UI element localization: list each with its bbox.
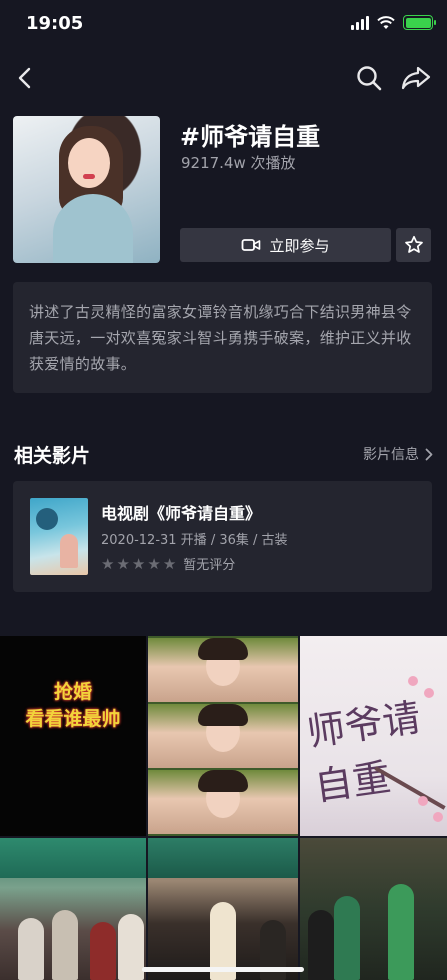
calligraphy-artwork: 师爷请自重 <box>304 695 424 810</box>
nav-bar <box>0 58 447 98</box>
video-grid: 抢婚 看看谁最帅 师爷请自重 <box>0 636 447 980</box>
star-icon: ★ <box>162 554 177 573</box>
star-icon: ★ <box>147 554 161 573</box>
star-icon: ★ <box>101 554 115 573</box>
favorite-button[interactable] <box>396 228 431 262</box>
topic-description-box: 讲述了古灵精怪的富家女谭铃音机缘巧合下结识男神县令唐天远，一对欢喜冤家斗智斗勇携… <box>13 282 432 393</box>
thumbnail-caption: 抢婚 看看谁最帅 <box>25 681 121 730</box>
video-camera-icon <box>242 239 261 251</box>
video-thumbnail[interactable] <box>300 838 447 980</box>
wifi-icon <box>377 15 395 29</box>
film-card[interactable]: 电视剧《师爷请自重》 2020-12-31 开播 / 36集 / 古装 ★ ★ … <box>13 481 432 592</box>
join-button[interactable]: 立即参与 <box>180 228 391 262</box>
video-thumbnail[interactable] <box>148 838 298 980</box>
video-thumbnail[interactable] <box>148 636 298 836</box>
share-button[interactable] <box>399 62 433 94</box>
star-icon: ★ <box>116 554 130 573</box>
video-thumbnail[interactable] <box>0 838 146 980</box>
battery-icon <box>403 15 436 30</box>
status-time: 19:05 <box>26 13 84 34</box>
film-rating: ★ ★ ★ ★ ★ 暂无评分 <box>101 554 236 574</box>
status-bar: 19:05 <box>0 0 447 48</box>
status-icons <box>351 15 436 30</box>
cellular-signal-icon <box>351 15 369 30</box>
topic-cover-image[interactable] <box>13 116 160 263</box>
chevron-right-icon <box>425 448 433 460</box>
rating-text: 暂无评分 <box>183 558 236 573</box>
star-outline-icon <box>404 235 423 253</box>
home-indicator[interactable] <box>142 967 304 972</box>
back-button[interactable] <box>10 62 38 94</box>
share-arrow-icon <box>401 66 431 90</box>
topic-title: #师爷请自重 <box>180 123 321 151</box>
film-info-link[interactable]: 影片信息 <box>363 444 433 464</box>
join-button-label: 立即参与 <box>269 236 330 255</box>
chevron-left-icon <box>18 67 31 89</box>
search-button[interactable] <box>353 62 385 94</box>
film-title: 电视剧《师爷请自重》 <box>101 504 262 523</box>
topic-description: 讲述了古灵精怪的富家女谭铃音机缘巧合下结识男神县令唐天远，一对欢喜冤家斗智斗勇携… <box>29 303 412 373</box>
video-thumbnail[interactable]: 抢婚 看看谁最帅 <box>0 636 146 836</box>
star-icon: ★ <box>131 554 146 573</box>
film-poster <box>30 498 88 575</box>
film-info-label: 影片信息 <box>363 447 419 463</box>
play-count: 9217.4w 次播放 <box>181 154 296 172</box>
search-icon <box>357 66 382 91</box>
related-films-heading: 相关影片 <box>14 445 91 467</box>
video-thumbnail[interactable]: 师爷请自重 <box>300 636 447 836</box>
film-meta: 2020-12-31 开播 / 36集 / 古装 <box>101 533 288 548</box>
